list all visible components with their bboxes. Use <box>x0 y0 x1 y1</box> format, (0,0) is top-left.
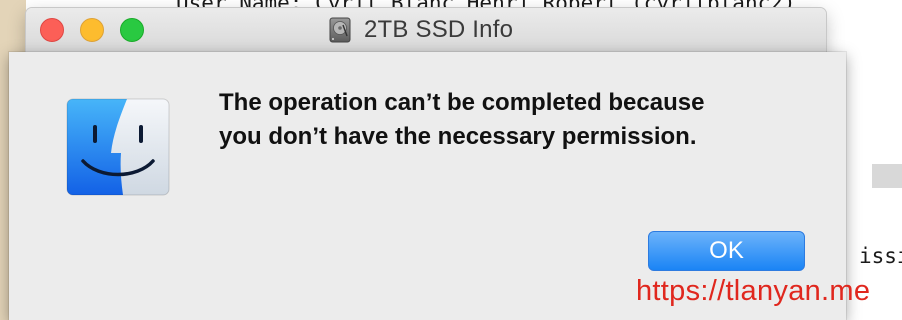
close-window-button[interactable] <box>40 18 64 42</box>
watermark-url: https://tlanyan.me <box>636 275 871 307</box>
minimize-window-button[interactable] <box>80 18 104 42</box>
zoom-window-button[interactable] <box>120 18 144 42</box>
window-title-group: 2TB SSD Info <box>326 16 513 44</box>
alert-message-line-1: The operation can’t be completed because <box>219 89 705 116</box>
window-title: 2TB SSD Info <box>364 16 514 43</box>
background-text-fragment: issi <box>859 244 902 268</box>
hard-disk-icon <box>329 17 351 43</box>
ok-button[interactable]: OK <box>648 231 805 271</box>
alert-message-line-2: you don’t have the necessary permission. <box>219 123 697 150</box>
title-bar[interactable]: 2TB SSD Info <box>26 8 826 53</box>
finder-icon <box>66 98 170 196</box>
alert-message: The operation can’t be completed because… <box>219 86 819 154</box>
background-highlight-band <box>872 164 902 188</box>
